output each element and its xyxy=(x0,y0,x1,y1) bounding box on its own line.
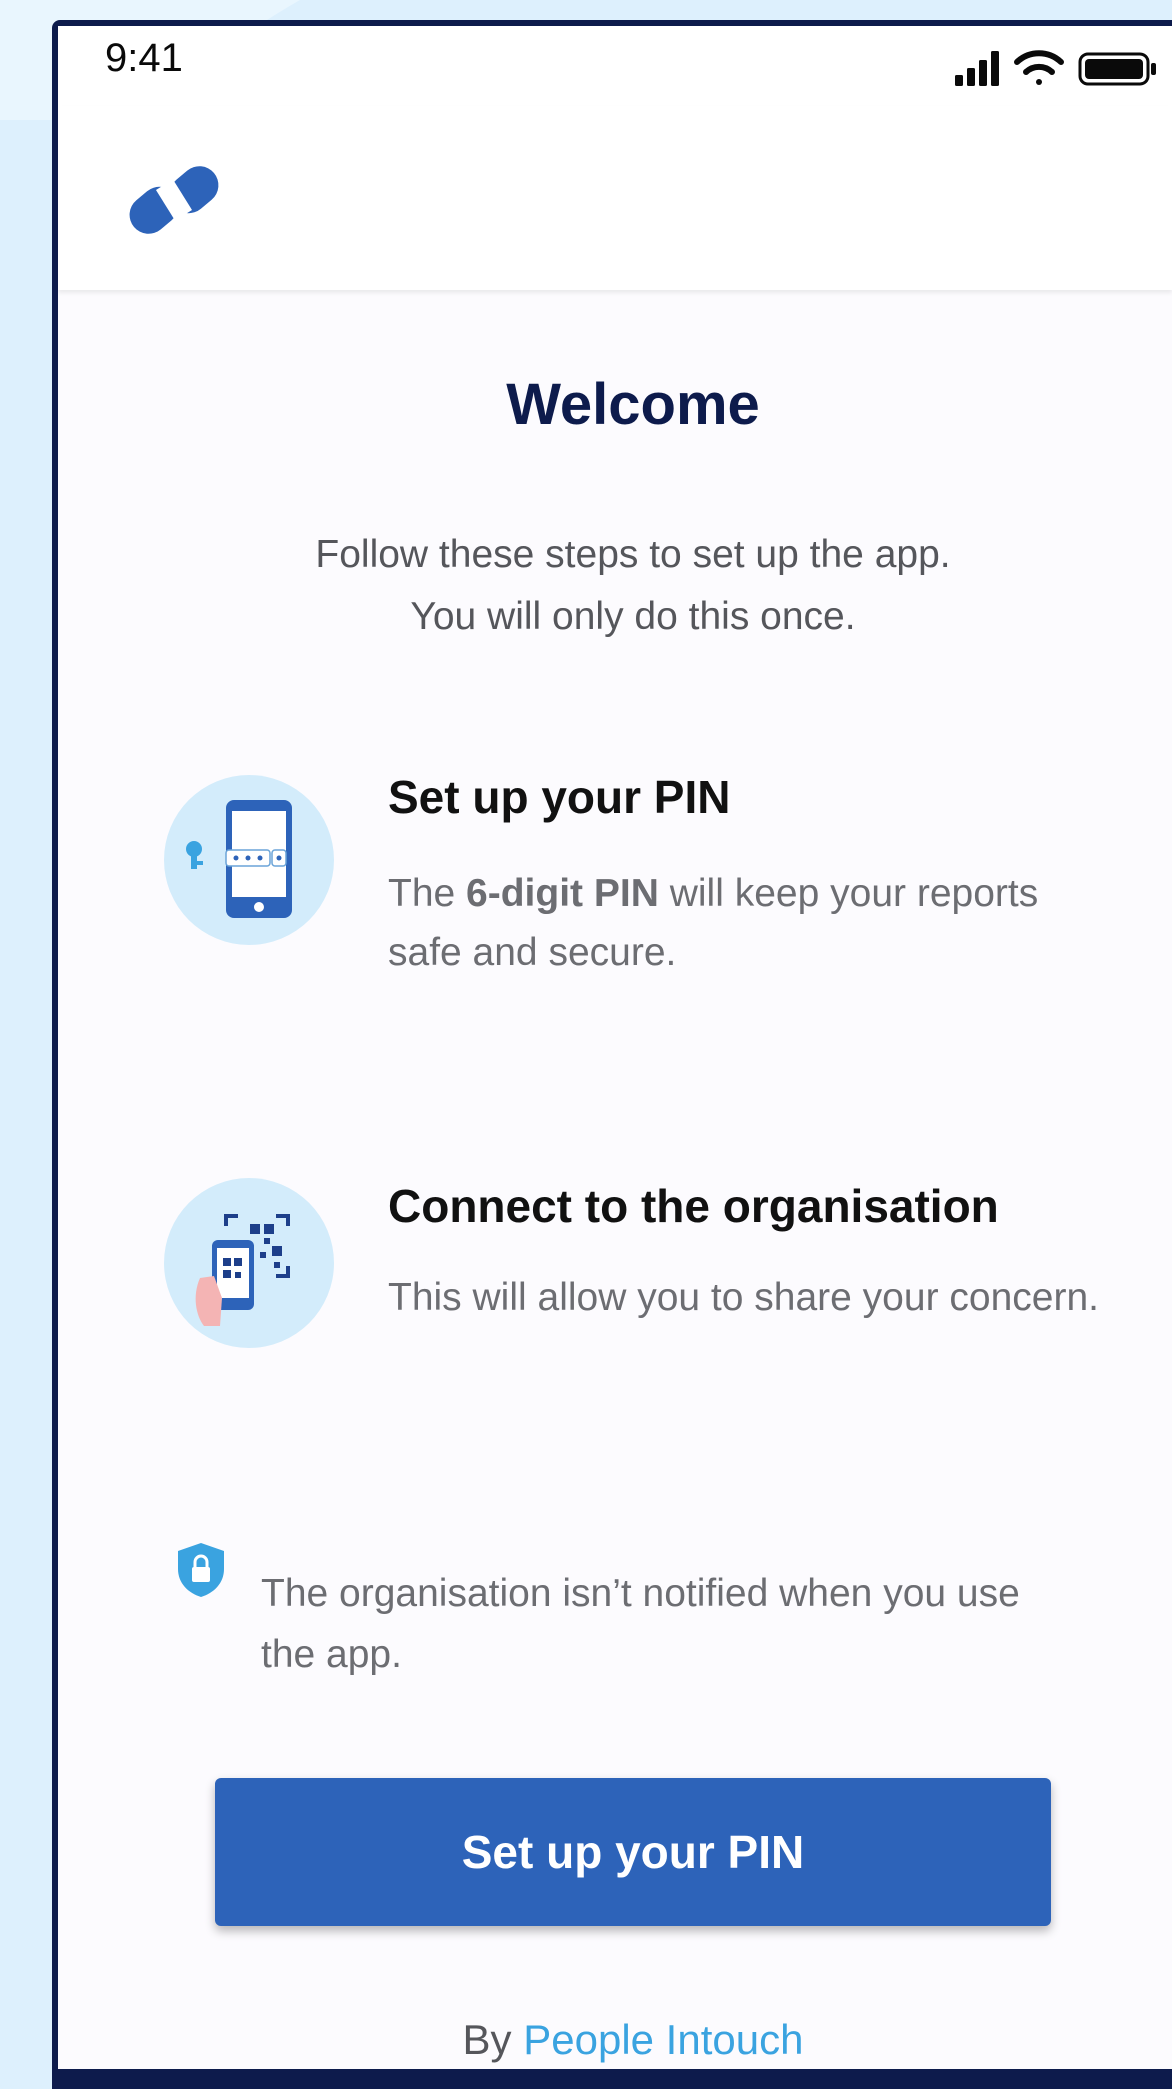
intro-text: Follow these steps to set up the app. Yo… xyxy=(58,524,1172,648)
page-title: Welcome xyxy=(506,372,760,437)
app-header xyxy=(58,106,1172,290)
setup-pin-button[interactable]: Set up your PIN xyxy=(215,1778,1051,1926)
step-pin-title: Set up your PIN xyxy=(388,771,731,823)
intro-line-2: You will only do this once. xyxy=(410,595,856,638)
wifi-icon xyxy=(1014,50,1064,85)
status-time: 9:41 xyxy=(105,36,183,80)
step-connect-description: This will allow you to share your concer… xyxy=(388,1276,1099,1319)
phone-pin-icon xyxy=(164,775,334,945)
status-bar: 9:41 xyxy=(58,26,1172,106)
qr-scan-icon xyxy=(164,1178,334,1348)
shield-lock-icon xyxy=(178,1543,224,1597)
privacy-note: The organisation isn’t notified when you… xyxy=(261,1572,1020,1676)
status-icons xyxy=(955,50,1156,86)
app-logo xyxy=(129,166,219,234)
pin-length-highlight: 6-digit PIN xyxy=(466,872,659,915)
signal-icon xyxy=(955,51,999,86)
step-connect-title: Connect to the organisation xyxy=(388,1180,999,1232)
footer-prefix: By xyxy=(462,2016,512,2063)
intro-line-1: Follow these steps to set up the app. xyxy=(315,533,951,576)
battery-icon xyxy=(1078,52,1156,86)
people-intouch-link[interactable]: People Intouch xyxy=(523,2016,803,2063)
app-screen: 9:41 Welcome Follow these steps to set u… xyxy=(58,26,1172,2069)
footer-credit: By People Intouch xyxy=(58,2016,1172,2064)
step-pin-description: The 6-digit PIN will keep your reports s… xyxy=(388,872,1039,974)
